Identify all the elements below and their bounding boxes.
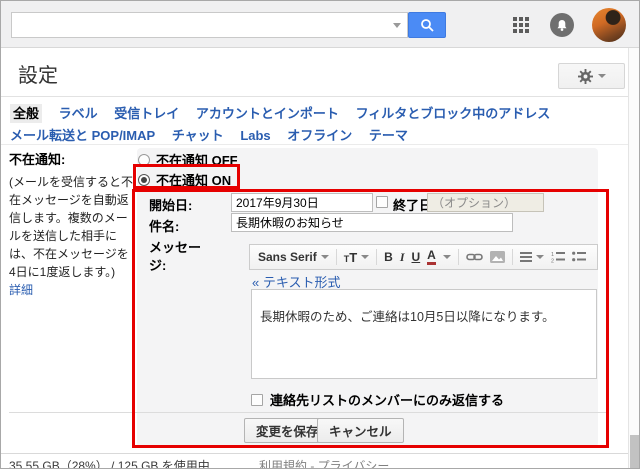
vacation-setting-description: (メールを受信すると不在メッセージを自動返信します。複数のメールを送信した相手に… — [9, 174, 133, 279]
settings-tabs-row2: メール転送と POP/IMAP チャット Labs オフライン テーマ — [10, 125, 421, 144]
color-caret-icon[interactable] — [442, 255, 451, 259]
numbered-list-button[interactable]: 1 2 — [551, 251, 565, 263]
tab-filters-blocked[interactable]: フィルタとブロック中のアドレス — [356, 106, 551, 121]
align-icon — [519, 250, 532, 264]
settings-gear-button[interactable] — [558, 63, 625, 89]
search-input[interactable] — [11, 12, 408, 38]
tab-offline[interactable]: オフライン — [287, 128, 352, 143]
font-size-menu[interactable]: TT — [344, 250, 370, 265]
subject-label: 件名: — [149, 219, 180, 234]
vacation-off-option[interactable]: 不在通知 OFF — [138, 150, 238, 169]
tab-themes[interactable]: テーマ — [369, 128, 408, 143]
storage-usage-text: 35.55 GB（28%） / 125 GB を使用中 — [9, 459, 210, 469]
tab-chat[interactable]: チャット — [172, 128, 224, 143]
font-family-menu[interactable]: Sans Serif — [258, 250, 329, 264]
bullet-list-icon — [571, 251, 586, 262]
message-label: メッセージ: — [149, 240, 202, 273]
end-date-input — [427, 193, 544, 212]
bold-button[interactable]: B — [384, 250, 393, 264]
apps-grid-icon[interactable] — [513, 17, 530, 34]
radio-off-label: 不在通知 OFF — [156, 153, 238, 168]
radio-on-icon[interactable] — [138, 173, 150, 186]
radio-on-label: 不在通知 ON — [156, 173, 232, 188]
cancel-button[interactable]: キャンセル — [317, 418, 404, 443]
gmail-settings-window: 設定 全般 ラベル 受信トレイ アカウントとインポート フィルタとブロック中のア… — [0, 0, 640, 469]
scrollbar-thumb[interactable] — [630, 435, 639, 468]
vacation-on-option[interactable]: 不在通知 ON — [138, 170, 231, 189]
search-dropdown-caret-icon[interactable] — [393, 23, 401, 28]
page-title: 設定 — [18, 65, 58, 87]
settings-tabs-row1: 全般 ラベル 受信トレイ アカウントとインポート フィルタとブロック中のアドレス — [10, 103, 563, 123]
subject-input[interactable] — [231, 213, 513, 232]
tab-labels[interactable]: ラベル — [59, 106, 98, 121]
notifications-button[interactable] — [550, 13, 574, 37]
insert-image-button[interactable] — [489, 251, 505, 263]
details-link[interactable]: 詳細 — [9, 283, 33, 297]
link-icon — [466, 253, 483, 261]
contacts-only-checkbox[interactable] — [251, 393, 263, 406]
align-caret-icon — [535, 255, 544, 259]
footer-divider — [1, 453, 639, 454]
search-button[interactable] — [408, 12, 446, 38]
message-textarea[interactable]: 長期休暇のため、ご連絡は10月5日以降になります。 — [251, 289, 597, 379]
search-icon — [420, 18, 434, 32]
tab-inbox[interactable]: 受信トレイ — [114, 106, 179, 121]
tabs-divider — [1, 144, 639, 145]
size-caret-icon — [361, 255, 370, 259]
gear-caret-icon — [597, 74, 606, 78]
radio-off-icon[interactable] — [138, 153, 150, 166]
start-date-label: 開始日: — [149, 198, 193, 213]
text-color-button[interactable]: A — [427, 249, 436, 265]
gear-icon — [577, 68, 593, 84]
bell-icon — [557, 19, 567, 31]
tab-forwarding-pop-imap[interactable]: メール転送と POP/IMAP — [10, 128, 155, 143]
numbered-list-icon: 1 2 — [551, 252, 565, 264]
svg-text:1: 1 — [551, 252, 554, 258]
start-date-input[interactable] — [231, 193, 373, 212]
image-icon — [489, 251, 505, 263]
header-divider — [1, 96, 639, 97]
formatting-toolbar: Sans Serif TT B I U A 1 2 — [249, 244, 598, 270]
font-caret-icon — [320, 255, 329, 259]
insert-link-button[interactable] — [466, 252, 483, 262]
align-menu[interactable] — [519, 250, 544, 264]
tab-general[interactable]: 全般 — [10, 104, 43, 123]
end-date-checkbox[interactable] — [376, 196, 388, 208]
svg-text:2: 2 — [551, 259, 554, 264]
tab-accounts-import[interactable]: アカウントとインポート — [196, 106, 339, 121]
vacation-setting-title: 不在通知: — [9, 152, 66, 167]
vacation-label-column: 不在通知: (メールを受信すると不在メッセージを自動返信します。複数のメールを送… — [9, 150, 135, 299]
top-bar — [1, 1, 639, 48]
buttons-divider — [9, 412, 609, 413]
contacts-only-option[interactable]: 連絡先リストのメンバーにのみ返信する — [251, 390, 504, 409]
italic-button[interactable]: I — [400, 250, 405, 265]
scrollbar-track[interactable] — [628, 48, 639, 468]
underline-button[interactable]: U — [412, 250, 421, 264]
tab-labs[interactable]: Labs — [240, 128, 270, 143]
contacts-only-label: 連絡先リストのメンバーにのみ返信する — [270, 393, 505, 408]
bullet-list-button[interactable] — [571, 251, 586, 263]
profile-avatar[interactable] — [592, 8, 626, 42]
terms-privacy-links[interactable]: 利用規約 - プライバシー — [259, 457, 389, 468]
